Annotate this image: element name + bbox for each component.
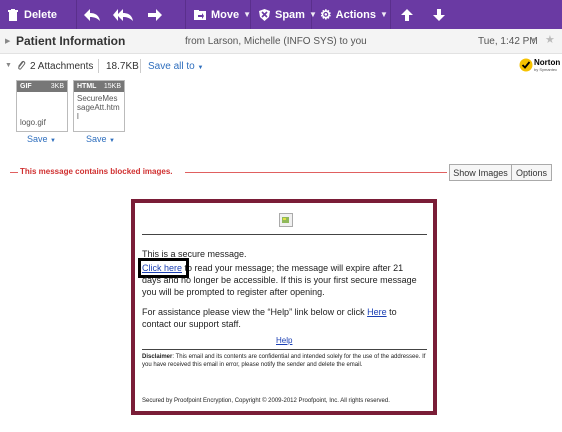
norton-sub: by Symantec [534,67,558,72]
divider [140,59,141,73]
message-from[interactable]: from Larson, Michelle (INFO SYS) to you [185,36,367,47]
toolbar: Delete Move ▼ Spam ▼ ⚙ Actions ▼ [0,0,562,30]
flag-icon[interactable]: ▪ [532,34,536,46]
here-link[interactable]: Here [367,307,387,317]
message-header: ▶ Patient Information from Larson, Miche… [0,29,562,54]
divider [142,234,427,235]
checkmark-icon [519,58,533,72]
attachments-bar: ▼ 2 Attachments 18.7KB Save all to ▼ Nor… [0,54,562,78]
attachment-card-gif[interactable]: GIF 3KB logo.gif [16,80,68,132]
attachment-save-link[interactable]: Save ▼ [86,134,115,144]
attachment-type: GIF [20,83,32,90]
forward-icon [148,8,162,21]
move-button[interactable]: Move ▼ [186,0,252,29]
spam-label: Spam [275,8,305,21]
norton-badge: Norton by Symantec [519,56,561,76]
next-message-button[interactable] [423,0,455,29]
collapse-arrow-icon[interactable]: ▼ [5,62,12,69]
footer-copyright: Secured by Proofpoint Encryption, Copyri… [142,398,390,404]
save-label: Save [86,134,107,144]
secure-message-line: For assistance please view the “Help” li… [142,307,397,317]
attachment-name: SecureMessageAtt.html [77,94,120,121]
arrow-up-icon [401,8,413,21]
chevron-down-icon: ▼ [50,138,56,144]
forward-button[interactable] [139,0,171,29]
attachment-count: 2 Attachments [30,61,94,72]
previous-message-button[interactable] [391,0,423,29]
expand-arrow-icon[interactable]: ▶ [5,37,10,45]
delete-button[interactable]: Delete [0,0,76,29]
paperclip-icon [17,60,26,75]
actions-button[interactable]: ⚙ Actions ▼ [312,0,390,29]
folder-icon [194,9,206,20]
chevron-down-icon: ▼ [197,65,204,71]
save-all-label: Save all to [148,61,195,72]
options-button[interactable]: Options [512,164,552,181]
secure-message-line: contact our support staff. [142,319,241,329]
help-link[interactable]: Help [276,336,292,345]
disclaimer-text: : This email and its contents are confid… [142,354,426,368]
message-text: to read your message; the message will e… [182,263,404,273]
save-all-link[interactable]: Save all to ▼ [148,61,203,72]
trash-icon [8,8,18,21]
attachment-total-size: 18.7KB [106,61,139,72]
actions-label: Actions [335,8,376,21]
arrow-down-icon [433,8,445,21]
attachment-card-html[interactable]: HTML 15KB SecureMessageAtt.html [73,80,125,132]
secure-message-frame: This is a secure message. Click here to … [131,199,437,415]
broken-image-icon [279,213,293,227]
move-label: Move [211,8,240,21]
message-date: Tue, 1:42 PM [478,36,538,47]
shield-icon [259,8,270,21]
gear-icon: ⚙ [320,7,332,22]
message-subject: Patient Information [16,34,126,48]
chevron-down-icon: ▼ [308,10,317,19]
star-icon[interactable]: ★ [545,33,555,46]
attachment-save-link[interactable]: Save ▼ [27,134,56,144]
show-images-button[interactable]: Show Images [449,164,512,181]
attachment-name: logo.gif [20,118,46,127]
message-text: For assistance please view the “Help” li… [142,307,368,317]
divider [142,349,427,350]
divider [10,172,18,173]
chevron-down-icon: ▼ [243,10,252,19]
attachment-type: HTML [77,83,97,90]
reply-all-button[interactable] [107,0,139,29]
divider [98,59,99,73]
secure-message-line: days and no longer be accessible. If thi… [142,275,417,285]
blocked-images-notice: This message contains blocked images. [20,167,173,176]
norton-brand: Norton [534,58,561,67]
save-label: Save [27,134,48,144]
spam-button[interactable]: Spam ▼ [251,0,317,29]
attachment-header: GIF 3KB [17,81,67,92]
attachment-size: 15KB [103,83,121,90]
reply-all-icon [113,8,133,21]
attachment-header: HTML 15KB [74,81,124,92]
reply-icon [84,8,100,21]
chevron-down-icon: ▼ [380,10,388,19]
reply-button[interactable] [77,0,107,29]
disclaimer: Disclaimer: This email and its contents … [142,353,427,369]
divider [185,172,447,173]
disclaimer-label: Disclaimer [142,354,173,360]
delete-label: Delete [24,8,58,21]
message-text: to [386,307,397,317]
secure-message-line: you will be prompted to register after o… [142,287,325,297]
attachment-size: 3KB [50,83,64,90]
chevron-down-icon: ▼ [109,138,115,144]
